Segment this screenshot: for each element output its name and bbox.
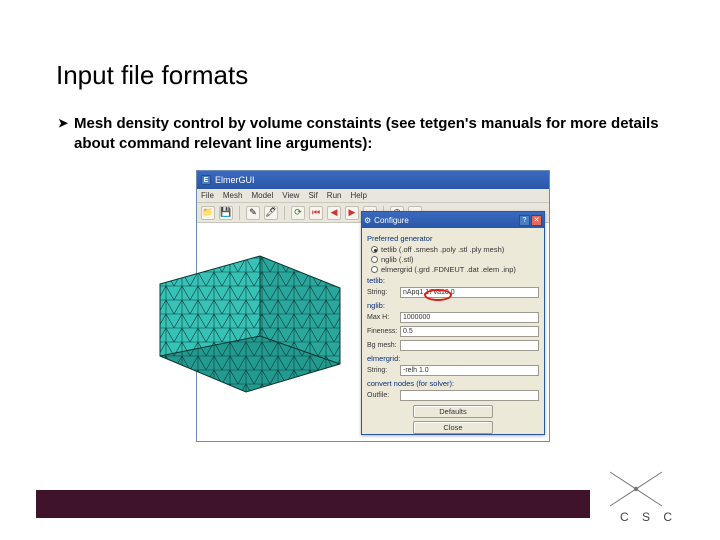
toolbar-separator	[284, 206, 285, 220]
elmergui-window: E ElmerGUI File Mesh Model View Sif Run …	[196, 170, 550, 442]
field-label: Fineness:	[367, 328, 397, 335]
menu-model[interactable]: Model	[251, 191, 273, 200]
radio-label: elmergrid (.grd .FDNEUT .dat .elem .inp)	[381, 265, 516, 274]
fineness-input[interactable]: 0.5	[400, 326, 539, 337]
toolbar-separator	[239, 206, 240, 220]
radio-nglib[interactable]: nglib (.stl)	[371, 255, 539, 264]
menubar: File Mesh Model View Sif Run Help	[197, 189, 549, 203]
eg-string-input[interactable]: -relh 1.0	[400, 365, 539, 376]
tetlib-string-input[interactable]: nApq1.17Va10.0	[400, 287, 539, 298]
annotation-circle	[424, 289, 452, 301]
convert-section-label: convert nodes (for solver):	[367, 379, 539, 388]
slide: Input file formats ➤ Mesh density contro…	[0, 0, 720, 540]
close-button[interactable]: Close	[413, 421, 493, 434]
field-label: Bg mesh:	[367, 342, 397, 349]
menu-mesh[interactable]: Mesh	[223, 191, 243, 200]
fineness-row: Fineness: 0.5	[367, 326, 539, 337]
tetlib-string-row: String: nApq1.17Va10.0	[367, 287, 539, 298]
dialog-body: Preferred generator tetlib (.off .smesh …	[362, 228, 544, 438]
menu-sif[interactable]: Sif	[308, 191, 317, 200]
configure-dialog: ⚙ Configure ? ✕ Preferred generator tetl…	[361, 211, 545, 435]
refresh-icon[interactable]: ⟳	[291, 206, 305, 220]
menu-file[interactable]: File	[201, 191, 214, 200]
gear-icon: ⚙	[364, 216, 371, 225]
footer-bar	[36, 490, 590, 518]
nglib-section-label: nglib:	[367, 301, 539, 310]
elmergrid-section-label: elmergrid:	[367, 354, 539, 363]
brush-icon[interactable]: 🖊	[264, 206, 278, 220]
defaults-button[interactable]: Defaults	[413, 405, 493, 418]
bgmesh-input[interactable]	[400, 340, 539, 351]
radio-label: nglib (.stl)	[381, 255, 414, 264]
menu-view[interactable]: View	[282, 191, 299, 200]
mesh-preview	[150, 244, 350, 394]
radio-label: tetlib (.off .smesh .poly .stl .ply mesh…	[381, 245, 504, 254]
radio-icon	[371, 266, 378, 273]
embedded-screenshot: E ElmerGUI File Mesh Model View Sif Run …	[196, 170, 550, 442]
bullet-arrow-icon: ➤	[58, 116, 68, 132]
close-icon[interactable]: ✕	[531, 215, 542, 226]
field-label: Max H:	[367, 314, 397, 321]
bullet-text: Mesh density control by volume constaint…	[74, 115, 659, 152]
outfile-input[interactable]	[400, 390, 539, 401]
outfile-row: Outfile:	[367, 390, 539, 401]
field-label: String:	[367, 289, 397, 296]
nav-first-icon[interactable]: ⏮	[309, 206, 323, 220]
slide-title: Input file formats	[56, 60, 248, 91]
open-icon[interactable]: 📁	[201, 206, 215, 220]
maxh-input[interactable]: 1000000	[400, 312, 539, 323]
radio-icon	[371, 246, 378, 253]
tetlib-section-label: tetlib:	[367, 276, 539, 285]
logo-x-icon	[606, 466, 666, 510]
nav-prev-icon[interactable]: ◀	[327, 206, 341, 220]
dialog-buttons: Defaults Close	[367, 405, 539, 434]
edit-icon[interactable]: ✎	[246, 206, 260, 220]
radio-elmergrid[interactable]: elmergrid (.grd .FDNEUT .dat .elem .inp)	[371, 265, 539, 274]
input-value-prefix: nApq1.	[403, 289, 425, 296]
window-title: ElmerGUI	[215, 175, 255, 185]
logo-text: C S C	[620, 510, 677, 524]
dialog-title: Configure	[374, 216, 409, 225]
maxh-row: Max H: 1000000	[367, 312, 539, 323]
field-label: Outfile:	[367, 392, 397, 399]
help-button[interactable]: ?	[519, 215, 530, 226]
menu-help[interactable]: Help	[350, 191, 366, 200]
nav-next-icon[interactable]: ▶	[345, 206, 359, 220]
dialog-titlebar[interactable]: ⚙ Configure ? ✕	[362, 212, 544, 228]
radio-tetlib[interactable]: tetlib (.off .smesh .poly .stl .ply mesh…	[371, 245, 539, 254]
field-label: String:	[367, 367, 397, 374]
window-titlebar[interactable]: E ElmerGUI	[197, 171, 549, 189]
eg-string-row: String: -relh 1.0	[367, 365, 539, 376]
app-icon: E	[201, 175, 211, 185]
bgmesh-row: Bg mesh:	[367, 340, 539, 351]
menu-run[interactable]: Run	[327, 191, 342, 200]
csc-logo: C S C	[596, 470, 692, 526]
save-icon[interactable]: 💾	[219, 206, 233, 220]
radio-icon	[371, 256, 378, 263]
bullet-item: ➤ Mesh density control by volume constai…	[74, 114, 674, 153]
generator-group-label: Preferred generator	[367, 234, 539, 243]
